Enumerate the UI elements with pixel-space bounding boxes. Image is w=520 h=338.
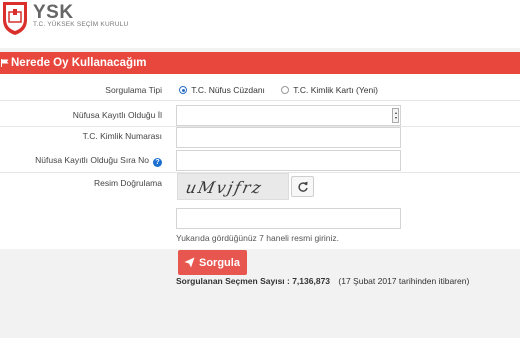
query-submit-button[interactable]: Sorgula <box>178 250 247 275</box>
radio-kimlik-karti[interactable]: T.C. Kimlik Kartı (Yeni) <box>281 85 378 95</box>
panel-heading: Nerede Oy Kullanacağım <box>0 52 520 74</box>
query-count-note: (17 Şubat 2017 tarihinden itibaren) <box>338 276 470 286</box>
sequence-number-label-text: Nüfusa Kayıtlı Olduğu Sıra No <box>35 155 149 165</box>
query-type-label: Sorgulama Tipi <box>105 85 162 95</box>
query-count: Sorgulanan Seçmen Sayısı : 7,136,873 (17… <box>176 276 469 286</box>
header-bar: YSK T.C. YÜKSEK SEÇİM KURULU <box>0 0 520 48</box>
select-spinner-icon[interactable] <box>392 108 399 123</box>
captcha-image: uMvjfrz <box>177 173 289 200</box>
query-count-value: Sorgulanan Seçmen Sayısı : 7,136,873 <box>176 276 331 286</box>
province-select[interactable] <box>176 105 401 126</box>
province-label: Nüfusa Kayıtlı Olduğu İl <box>72 110 162 120</box>
captcha-refresh-button[interactable] <box>291 176 314 197</box>
captcha-input[interactable] <box>176 208 401 229</box>
radio-indicator[interactable] <box>281 86 289 94</box>
sequence-number-input[interactable] <box>176 150 401 171</box>
radio-selected-indicator[interactable] <box>179 86 187 94</box>
captcha-hint: Yukarıda gördüğünüz 7 haneli resmi girin… <box>176 233 340 243</box>
paper-plane-icon <box>184 257 195 268</box>
radio-label: T.C. Kimlik Kartı (Yeni) <box>293 85 378 95</box>
sequence-number-label: Nüfusa Kayıtlı Olduğu Sıra No? <box>35 155 162 167</box>
ysk-emblem-logo <box>3 2 27 35</box>
panel-title: Nerede Oy Kullanacağım <box>11 57 147 69</box>
tc-number-input[interactable] <box>176 127 401 148</box>
submit-label: Sorgula <box>199 256 240 269</box>
refresh-icon <box>298 181 308 192</box>
brand-subtitle: T.C. YÜKSEK SEÇİM KURULU <box>33 21 129 28</box>
radio-label: T.C. Nüfus Cüzdanı <box>191 85 265 95</box>
captcha-label: Resim Doğrulama <box>93 178 162 188</box>
radio-nufus-cuzdani[interactable]: T.C. Nüfus Cüzdanı <box>179 85 265 95</box>
row-divider <box>0 100 520 101</box>
captcha-text: uMvjfrz <box>183 178 265 197</box>
flag-icon <box>1 59 9 67</box>
question-circle-icon[interactable]: ? <box>153 158 162 167</box>
tc-number-label: T.C. Kimlik Numarası <box>82 131 162 141</box>
